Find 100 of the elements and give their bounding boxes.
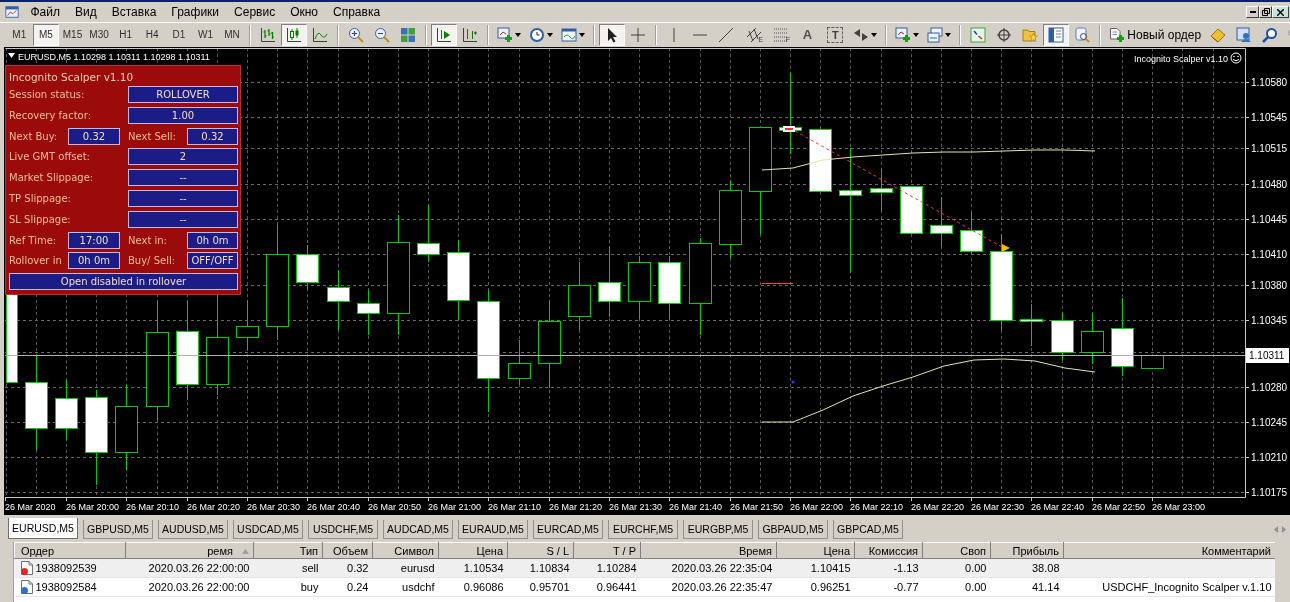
zoom-out-icon[interactable] bbox=[374, 27, 391, 43]
text-tool[interactable]: A bbox=[793, 24, 822, 46]
close-icon[interactable] bbox=[1277, 8, 1284, 16]
value-display: 0h 0m bbox=[187, 231, 238, 249]
column-header[interactable]: Тип bbox=[253, 542, 323, 559]
folder-star-icon[interactable] bbox=[1022, 27, 1039, 43]
autoscroll-button[interactable] bbox=[431, 24, 458, 46]
menu-item[interactable]: Файл bbox=[23, 4, 68, 20]
menu-item[interactable]: Вид bbox=[67, 4, 105, 20]
value-display: 17:00 bbox=[68, 231, 120, 249]
column-header[interactable]: Прибыль bbox=[990, 542, 1064, 559]
candlestick-icon[interactable] bbox=[286, 27, 303, 43]
timeframe-button[interactable]: D1 bbox=[165, 24, 193, 46]
chart-tab[interactable]: EURUSD,M5 bbox=[8, 518, 78, 539]
time-label: 26 Mar 21:30 bbox=[609, 502, 663, 512]
chart-tab[interactable]: USDCAD,M5 bbox=[233, 520, 303, 539]
book-icon[interactable] bbox=[1210, 27, 1227, 43]
chart-tab[interactable]: AUDCAD,M5 bbox=[383, 520, 453, 539]
timeframe-button[interactable]: M1 bbox=[6, 24, 33, 46]
timeframe-button[interactable]: M15 bbox=[59, 24, 86, 46]
caret-icon[interactable] bbox=[515, 33, 522, 37]
close-button[interactable] bbox=[1272, 6, 1289, 18]
candle bbox=[327, 269, 350, 331]
arrows-icon[interactable] bbox=[853, 27, 870, 43]
clock-icon[interactable] bbox=[529, 27, 546, 43]
new-order-button[interactable]: Новый ордер bbox=[1105, 24, 1206, 46]
status-banner: Open disabled in rollover bbox=[9, 273, 238, 291]
panel-button[interactable] bbox=[1043, 24, 1070, 46]
caret-icon[interactable] bbox=[913, 33, 920, 37]
chart-icon[interactable] bbox=[970, 27, 987, 43]
column-header[interactable]: Время bbox=[640, 542, 777, 559]
text-label-tool[interactable]: T bbox=[827, 27, 844, 43]
field-label: Rollover in bbox=[9, 254, 63, 269]
candle bbox=[55, 379, 78, 441]
menu-item[interactable]: Окно bbox=[282, 4, 326, 20]
chart-shift-icon[interactable] bbox=[462, 27, 479, 43]
tiles-icon[interactable] bbox=[400, 27, 417, 43]
bar-chart-icon[interactable] bbox=[260, 27, 277, 43]
price-label: 1.10380 bbox=[1251, 279, 1288, 291]
column-header[interactable]: ремя bbox=[125, 542, 254, 559]
timeframe-button[interactable]: W1 bbox=[192, 24, 219, 46]
caret-icon[interactable] bbox=[945, 33, 952, 37]
column-header[interactable]: S / L bbox=[507, 542, 574, 559]
chart-tab[interactable]: USDCHF,M5 bbox=[308, 520, 378, 539]
timeframe-button[interactable]: MN bbox=[218, 24, 246, 46]
chart-tab[interactable]: GBPAUD,M5 bbox=[758, 520, 828, 539]
table-cell: 1.10284 bbox=[596, 562, 637, 574]
menu-item[interactable]: Графики bbox=[163, 4, 227, 20]
timeframe-button[interactable]: M5 bbox=[32, 24, 60, 46]
cursor-button[interactable] bbox=[599, 24, 626, 46]
zoom-in-icon[interactable] bbox=[348, 27, 365, 43]
table-cell: 0.00 bbox=[965, 581, 987, 593]
menu-item[interactable]: Вставка bbox=[104, 4, 164, 20]
search-icon[interactable] bbox=[1262, 27, 1279, 43]
price-label: 1.10210 bbox=[1251, 451, 1288, 463]
price-label: 1.10345 bbox=[1251, 314, 1288, 326]
candle bbox=[960, 211, 983, 256]
panel-icon[interactable] bbox=[1048, 27, 1065, 43]
channel-icon[interactable] bbox=[745, 27, 762, 43]
column-header[interactable]: Цена bbox=[776, 542, 855, 559]
column-header[interactable]: Ордер bbox=[14, 542, 126, 559]
chart-tab[interactable]: EURAUD,M5 bbox=[458, 520, 528, 539]
chart-tab[interactable]: EURGBP,M5 bbox=[683, 520, 753, 539]
target-icon[interactable] bbox=[996, 27, 1013, 43]
column-header[interactable]: Своп bbox=[922, 542, 991, 559]
document-plus-icon[interactable] bbox=[1109, 27, 1126, 43]
autoscroll-icon[interactable] bbox=[436, 27, 453, 43]
table-cell: 38.08 bbox=[1031, 562, 1060, 574]
candlestick-button[interactable] bbox=[281, 24, 308, 46]
menu-item[interactable]: Справка bbox=[325, 4, 388, 20]
chart-tab[interactable]: GBPCAD,M5 bbox=[833, 520, 903, 539]
column-header[interactable]: Комментарий bbox=[1063, 542, 1275, 559]
price-label: 1.10410 bbox=[1251, 248, 1288, 260]
minimize-button[interactable] bbox=[1246, 6, 1259, 18]
column-header[interactable]: Комиссия bbox=[854, 542, 923, 559]
column-header[interactable]: T / P bbox=[573, 542, 641, 559]
timeframe-button[interactable]: H4 bbox=[138, 24, 166, 46]
timeframe-button[interactable]: M30 bbox=[85, 24, 113, 46]
caret-icon[interactable] bbox=[547, 33, 554, 37]
column-header[interactable]: Объем bbox=[322, 542, 373, 559]
caret-icon[interactable] bbox=[8, 53, 15, 58]
chart-tab[interactable]: AUDUSD,M5 bbox=[158, 520, 228, 539]
minimize-icon[interactable] bbox=[1249, 11, 1256, 13]
price-label: 1.10245 bbox=[1251, 416, 1288, 428]
caret-icon[interactable] bbox=[579, 33, 586, 37]
window-icon[interactable] bbox=[5, 5, 19, 19]
dotted-lines-icon[interactable] bbox=[772, 27, 789, 43]
document-magnifier-icon[interactable] bbox=[1074, 27, 1091, 43]
timeframe-button[interactable]: H1 bbox=[112, 24, 139, 46]
menu-item[interactable]: Сервис bbox=[226, 4, 283, 20]
line-chart-icon[interactable] bbox=[312, 27, 329, 43]
chart-tab[interactable]: GBPUSD,M5 bbox=[83, 520, 153, 539]
column-header[interactable]: Символ bbox=[372, 542, 439, 559]
caret-icon[interactable] bbox=[871, 33, 878, 37]
chart-tab[interactable]: EURCAD,M5 bbox=[533, 520, 603, 539]
chart-tab[interactable]: EURCHF,M5 bbox=[608, 520, 678, 539]
diagonal-line-icon[interactable] bbox=[718, 27, 735, 43]
window-wave-icon[interactable] bbox=[561, 27, 578, 43]
person-icon[interactable] bbox=[1236, 27, 1253, 43]
column-header[interactable]: Цена bbox=[438, 542, 508, 559]
